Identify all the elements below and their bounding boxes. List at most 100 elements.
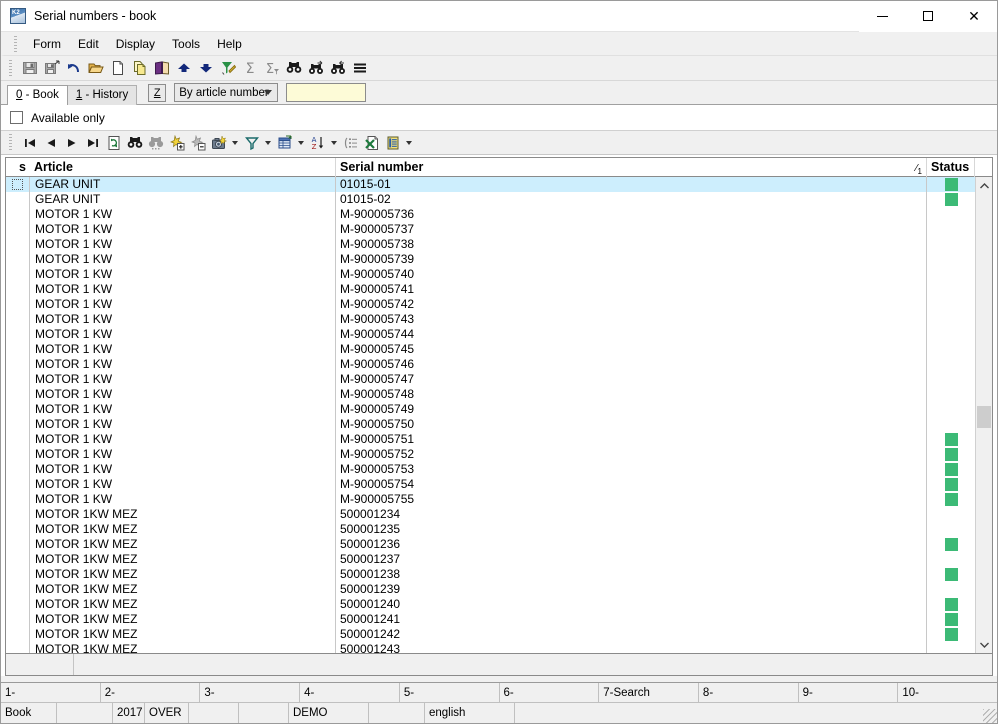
table-row[interactable]: MOTOR 1 KW M-900005750 — [6, 417, 975, 432]
table-row[interactable]: MOTOR 1KW MEZ 500001241 — [6, 612, 975, 627]
row-select-cell[interactable] — [6, 357, 30, 372]
menu-item-edit[interactable]: Edit — [70, 34, 107, 54]
scroll-down-button[interactable] — [976, 636, 992, 653]
row-select-cell[interactable] — [6, 507, 30, 522]
row-select-cell[interactable] — [6, 267, 30, 282]
table-row[interactable]: MOTOR 1KW MEZ 500001242 — [6, 627, 975, 642]
undo-icon[interactable] — [63, 57, 85, 79]
function-key-1[interactable]: 1- — [1, 683, 101, 702]
tab-book[interactable]: 0 - Book — [7, 85, 68, 105]
find-next-icon[interactable] — [145, 132, 166, 153]
book-icon[interactable] — [151, 57, 173, 79]
row-select-cell[interactable] — [6, 222, 30, 237]
open-folder-icon[interactable] — [85, 57, 107, 79]
quick-search-input[interactable] — [286, 83, 367, 102]
function-key-4[interactable]: 4- — [300, 683, 400, 702]
row-select-cell[interactable] — [6, 342, 30, 357]
table-row[interactable]: MOTOR 1KW MEZ 500001237 — [6, 552, 975, 567]
menu-item-tools[interactable]: Tools — [164, 34, 208, 54]
row-select-cell[interactable] — [6, 297, 30, 312]
table-row[interactable]: MOTOR 1 KW M-900005744 — [6, 327, 975, 342]
report-icon[interactable] — [382, 132, 403, 153]
table-row[interactable]: MOTOR 1 KW M-900005740 — [6, 267, 975, 282]
table-row[interactable]: MOTOR 1 KW M-900005755 — [6, 492, 975, 507]
first-record-icon[interactable] — [19, 132, 40, 153]
row-select-cell[interactable] — [6, 627, 30, 642]
row-select-cell[interactable] — [6, 417, 30, 432]
column-header-s[interactable]: s — [6, 158, 30, 177]
table-row[interactable]: MOTOR 1KW MEZ 500001239 — [6, 582, 975, 597]
column-header-status[interactable]: Status — [927, 158, 975, 177]
row-select-cell[interactable] — [6, 252, 30, 267]
function-key-5[interactable]: 5- — [400, 683, 500, 702]
table-row[interactable]: MOTOR 1 KW M-900005736 — [6, 207, 975, 222]
function-key-10[interactable]: 10- — [898, 683, 997, 702]
layout-icon[interactable] — [274, 132, 295, 153]
vertical-scrollbar[interactable] — [975, 177, 992, 653]
row-select-cell[interactable] — [6, 567, 30, 582]
menu-item-display[interactable]: Display — [108, 34, 163, 54]
snapshot-dropdown-icon[interactable] — [229, 132, 241, 153]
save-icon[interactable] — [19, 57, 41, 79]
function-key-2[interactable]: 2- — [101, 683, 201, 702]
table-row[interactable]: GEAR UNIT 01015-01 — [6, 177, 975, 192]
table-row[interactable]: MOTOR 1KW MEZ 500001234 — [6, 507, 975, 522]
table-row[interactable]: MOTOR 1 KW M-900005741 — [6, 282, 975, 297]
function-key-7[interactable]: 7-Search — [599, 683, 699, 702]
sum-filter-icon[interactable]: Σ — [261, 57, 283, 79]
table-row[interactable]: MOTOR 1 KW M-900005753 — [6, 462, 975, 477]
tab-history[interactable]: 1 - History — [66, 85, 138, 105]
filter-dropdown-icon[interactable] — [262, 132, 274, 153]
filter-green-icon[interactable] — [217, 57, 239, 79]
row-select-cell[interactable] — [6, 237, 30, 252]
row-select-cell[interactable] — [6, 207, 30, 222]
next-record-icon[interactable] — [61, 132, 82, 153]
filter-icon[interactable] — [241, 132, 262, 153]
z-sort-button[interactable]: Z — [148, 84, 167, 102]
row-select-cell[interactable] — [6, 582, 30, 597]
excel-export-icon[interactable] — [361, 132, 382, 153]
last-record-icon[interactable] — [82, 132, 103, 153]
table-row[interactable]: MOTOR 1 KW M-900005749 — [6, 402, 975, 417]
table-row[interactable]: MOTOR 1KW MEZ 500001235 — [6, 522, 975, 537]
row-select-cell[interactable] — [6, 447, 30, 462]
table-row[interactable]: MOTOR 1 KW M-900005738 — [6, 237, 975, 252]
row-select-cell[interactable] — [6, 477, 30, 492]
sort-order-select[interactable]: By article number — [174, 83, 279, 102]
table-row[interactable]: MOTOR 1 KW M-900005739 — [6, 252, 975, 267]
row-select-cell[interactable] — [6, 282, 30, 297]
table-row[interactable]: MOTOR 1 KW M-900005754 — [6, 477, 975, 492]
sort-az-icon[interactable]: A Z — [307, 132, 328, 153]
row-select-cell[interactable] — [6, 432, 30, 447]
table-row[interactable]: MOTOR 1KW MEZ 500001243 — [6, 642, 975, 653]
table-row[interactable]: MOTOR 1 KW M-900005743 — [6, 312, 975, 327]
arrow-up-icon[interactable] — [173, 57, 195, 79]
row-select-cell[interactable] — [6, 327, 30, 342]
row-select-cell[interactable] — [6, 372, 30, 387]
layout-dropdown-icon[interactable] — [295, 132, 307, 153]
copy-icon[interactable] — [129, 57, 151, 79]
menu-item-form[interactable]: Form — [25, 34, 69, 54]
column-header-article[interactable]: Article — [30, 158, 336, 177]
save-as-icon[interactable] — [41, 57, 63, 79]
binoculars-next-icon[interactable] — [305, 57, 327, 79]
available-only-checkbox[interactable] — [10, 111, 23, 124]
arrow-down-icon[interactable] — [195, 57, 217, 79]
refresh-icon[interactable] — [103, 132, 124, 153]
binoculars-icon[interactable] — [283, 57, 305, 79]
row-select-cell[interactable] — [6, 597, 30, 612]
add-record-icon[interactable] — [166, 132, 187, 153]
column-header-serial[interactable]: Serial number ⁄1 — [336, 158, 927, 177]
table-row[interactable]: MOTOR 1 KW M-900005745 — [6, 342, 975, 357]
resize-grip[interactable] — [983, 709, 997, 723]
report-dropdown-icon[interactable] — [403, 132, 415, 153]
maximize-button[interactable] — [905, 1, 951, 32]
minimize-button[interactable] — [859, 1, 905, 32]
table-row[interactable]: MOTOR 1KW MEZ 500001240 — [6, 597, 975, 612]
scroll-up-button[interactable] — [976, 177, 992, 194]
table-row[interactable]: MOTOR 1 KW M-900005748 — [6, 387, 975, 402]
row-select-cell[interactable] — [6, 402, 30, 417]
function-key-8[interactable]: 8- — [699, 683, 799, 702]
binoculars-icon[interactable] — [124, 132, 145, 153]
row-select-cell[interactable] — [6, 522, 30, 537]
